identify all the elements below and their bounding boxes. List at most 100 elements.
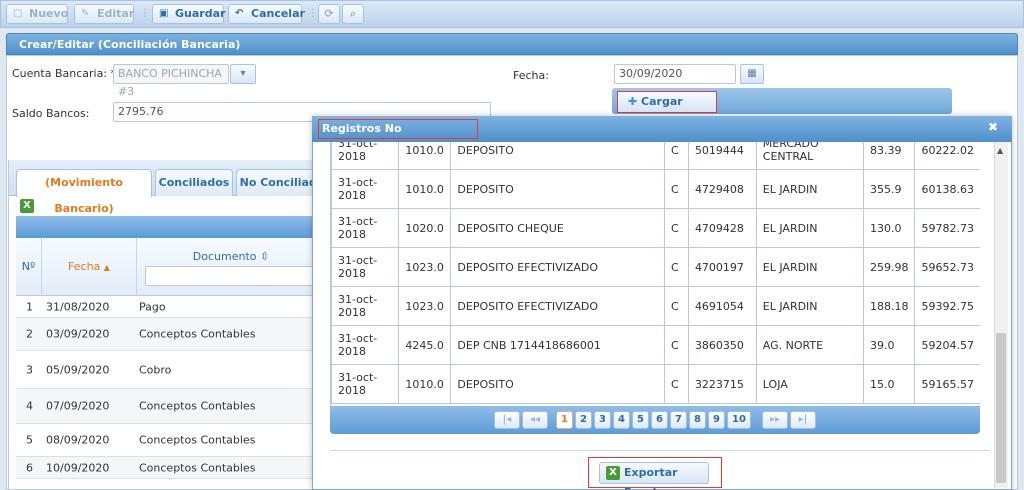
registro-cell-valor: 355.9: [862, 169, 916, 209]
registro-cell-tipo: C: [664, 364, 689, 404]
registro-cell-desc: DEPOSITO EFECTIVIZADO: [450, 286, 666, 326]
registro-cell-desc: DEPOSITO: [450, 169, 666, 209]
registro-cell-tipo: C: [664, 142, 689, 170]
registro-cell-ofi: EL JARDIN: [755, 286, 864, 326]
saldo-bancos-label: Saldo Bancos:: [12, 107, 90, 120]
calendar-button[interactable]: ▦: [740, 64, 764, 84]
registro-cell-tipo: C: [664, 169, 689, 209]
page-button[interactable]: 8: [689, 411, 706, 429]
registro-cell-cod: 1010.0: [398, 142, 452, 170]
cancelar-button[interactable]: ↶ Cancelar: [228, 4, 305, 24]
prev-page-icon[interactable]: ◂◂: [522, 411, 548, 429]
tab-movimiento-bancario[interactable]: (Movimiento Bancario): [16, 169, 152, 215]
page-button[interactable]: 4: [613, 411, 630, 429]
column-header-no: Nº: [16, 238, 42, 296]
column-header-documento[interactable]: Documento ⇳: [137, 238, 326, 296]
modal-title: Registros No Encontrados: [318, 119, 478, 153]
registros-table: 31-oct-2018 1010.0 DEPOSITO C 5019444 MERCADO…: [331, 142, 980, 404]
last-page-icon[interactable]: ▸|: [790, 411, 816, 429]
close-icon[interactable]: ✖: [988, 120, 998, 134]
toolbar-separator: ⋮: [308, 8, 318, 19]
registro-cell-fecha: 31-oct-2018: [331, 208, 400, 248]
registro-cell-fecha: 31-oct-2018: [331, 325, 400, 365]
plus-icon: ✚: [628, 95, 642, 108]
registro-cell-saldo: 60222.02: [914, 142, 980, 170]
registro-cell-desc: DEPOSITO EFECTIVIZADO: [450, 247, 666, 287]
cuenta-bancaria-input[interactable]: BANCO PICHINCHA #3: [113, 64, 229, 98]
registro-cell-num: 4700197: [687, 247, 757, 287]
refresh-button[interactable]: ⟳: [318, 4, 340, 24]
exportar-excel-button[interactable]: X Exportar Excel: [599, 462, 709, 490]
registro-cell-tipo: C: [664, 325, 689, 365]
fecha-input[interactable]: 30/09/2020: [614, 64, 736, 84]
registro-cell-cod: 1023.0: [398, 247, 452, 287]
column-header-fecha[interactable]: Fecha ▲: [42, 238, 137, 296]
next-page-icon[interactable]: ▸▸: [762, 411, 788, 429]
guardar-button[interactable]: ▣ Guardar: [152, 4, 225, 24]
excel-icon: X: [606, 466, 620, 480]
registro-cell-num: 3223715: [687, 364, 757, 404]
nuevo-button[interactable]: ▢ Nuevo: [6, 4, 68, 24]
table-row[interactable]: 5 08/09/2020 Conceptos Contables: [16, 424, 326, 457]
table-row[interactable]: 4 07/09/2020 Conceptos Contables: [16, 389, 326, 424]
registro-row[interactable]: 31-oct-2018 1023.0 DEPOSITO EFECTIVIZADO C 4…: [331, 286, 980, 326]
pencil-icon: ✎: [81, 8, 90, 19]
page-button[interactable]: 1: [556, 411, 573, 429]
documento-filter-input[interactable]: [145, 266, 321, 286]
table-row[interactable]: 3 05/09/2020 Cobro: [16, 351, 326, 389]
registro-cell-tipo: C: [664, 208, 689, 248]
cargar-excel-button[interactable]: ✚ Cargar Excel: [617, 91, 717, 128]
table-row[interactable]: 2 03/09/2020 Conceptos Contables: [16, 318, 326, 351]
registro-cell-desc: DEPOSITO CHEQUE: [450, 208, 666, 248]
registro-cell-ofi: MERCADO CENTRAL: [755, 142, 864, 170]
panel-title: Crear/Editar (Conciliación Bancaria): [6, 33, 1018, 55]
page-button[interactable]: 5: [632, 411, 649, 429]
toolbar-separator: ⋮: [140, 8, 150, 19]
registro-row[interactable]: 31-oct-2018 1010.0 DEPOSITO C 3223715 LOJA 15.…: [331, 364, 980, 404]
undo-icon: ↶: [235, 8, 244, 19]
registro-row[interactable]: 31-oct-2018 1020.0 DEPOSITO CHEQUE C 4709428…: [331, 208, 980, 248]
table-row[interactable]: 1 31/08/2020 Pago: [16, 296, 326, 318]
tab-conciliados[interactable]: Conciliados: [155, 169, 233, 196]
registro-cell-valor: 15.0: [862, 364, 916, 404]
registros-table-wrapper: 31-oct-2018 1010.0 DEPOSITO C 5019444 MERCADO…: [330, 142, 980, 406]
registro-cell-cod: 1010.0: [398, 169, 452, 209]
registro-cell-cod: 1020.0: [398, 208, 452, 248]
new-file-icon: ▢: [13, 8, 23, 19]
registro-row[interactable]: 31-oct-2018 4245.0 DEP CNB 1714418686001 C 3…: [331, 325, 980, 365]
page-button[interactable]: 7: [670, 411, 687, 429]
fecha-label: Fecha:: [513, 69, 549, 82]
page-button[interactable]: 9: [708, 411, 725, 429]
save-icon: ▣: [159, 8, 169, 19]
table-row[interactable]: 6 10/09/2020 Conceptos Contables: [16, 457, 326, 479]
sort-asc-icon: ▲: [103, 263, 110, 272]
refresh-icon: ⟳: [324, 7, 334, 20]
excel-icon[interactable]: X: [20, 199, 34, 213]
search-icon: ⌕: [349, 7, 357, 20]
scroll-up-icon[interactable]: ▲: [997, 146, 1003, 155]
registro-row[interactable]: 31-oct-2018 1010.0 DEPOSITO C 5019444 MERCADO…: [331, 142, 980, 170]
registro-cell-ofi: EL JARDIN: [755, 169, 864, 209]
page-button[interactable]: 10: [727, 411, 751, 429]
registro-cell-cod: 1010.0: [398, 364, 452, 404]
registro-cell-ofi: EL JARDIN: [755, 208, 864, 248]
registro-row[interactable]: 31-oct-2018 1010.0 DEPOSITO C 4729408 EL JARD…: [331, 169, 980, 209]
cuenta-dropdown-button[interactable]: ▾: [230, 64, 256, 84]
registro-cell-ofi: EL JARDIN: [755, 247, 864, 287]
page-button[interactable]: 3: [594, 411, 611, 429]
registro-cell-num: 3860350: [687, 325, 757, 365]
page-button[interactable]: 6: [651, 411, 668, 429]
registro-row[interactable]: 31-oct-2018 1023.0 DEPOSITO EFECTIVIZADO C 4…: [331, 247, 980, 287]
first-page-icon[interactable]: |◂: [494, 411, 520, 429]
calendar-icon: ▦: [747, 68, 757, 79]
registro-cell-saldo: 59652.73: [914, 247, 980, 287]
registro-cell-ofi: AG. NORTE: [755, 325, 864, 365]
scrollbar-thumb[interactable]: [996, 333, 1006, 483]
editar-button[interactable]: ✎ Editar: [74, 4, 134, 24]
registro-cell-valor: 39.0: [862, 325, 916, 365]
search-button[interactable]: ⌕: [342, 4, 364, 24]
registro-cell-tipo: C: [664, 247, 689, 287]
registro-cell-cod: 4245.0: [398, 325, 452, 365]
page-button[interactable]: 2: [575, 411, 592, 429]
registro-cell-saldo: 59782.73: [914, 208, 980, 248]
